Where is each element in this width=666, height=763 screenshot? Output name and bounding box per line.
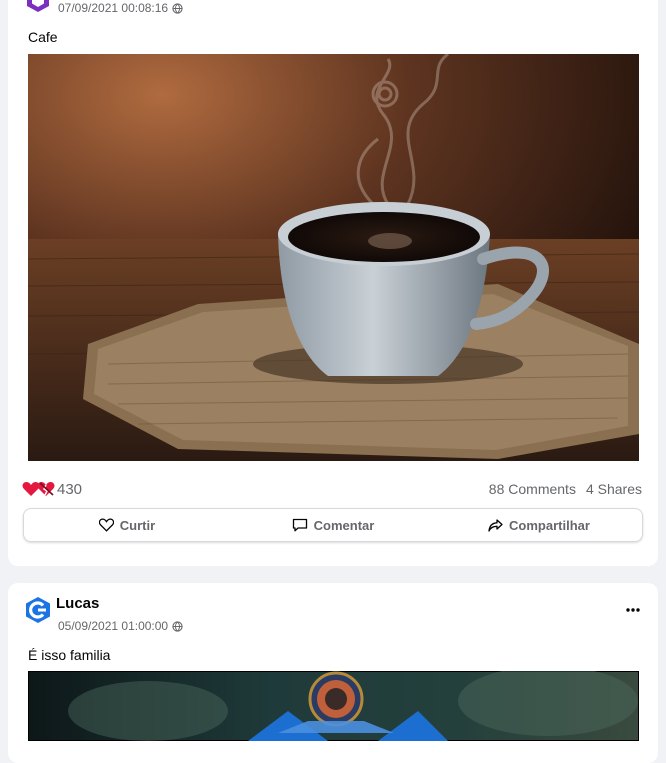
more-dots-icon xyxy=(626,608,640,612)
post-card: Lucas 05/09/2021 01:00:00 É isso familia xyxy=(8,583,658,763)
post-caption: Cafe xyxy=(28,29,58,45)
share-label: Compartilhar xyxy=(509,517,590,533)
post-stats: 88 Comments 4 Shares xyxy=(489,481,642,497)
globe-icon xyxy=(172,2,183,14)
globe-icon xyxy=(172,620,183,632)
broken-heart-icon xyxy=(37,482,55,496)
share-icon xyxy=(488,518,503,532)
like-label: Curtir xyxy=(119,517,156,533)
avatar-logo-icon[interactable] xyxy=(24,596,52,624)
shares-count[interactable]: 4 Shares xyxy=(586,481,642,497)
post-author[interactable]: Lucas xyxy=(56,595,99,612)
reactions-row: 430 88 Comments 4 Shares xyxy=(22,479,642,499)
timestamp-text: 07/09/2021 00:08:16 xyxy=(58,1,169,15)
post-action-bar: Curtir Comentar Compartilhar xyxy=(23,508,643,542)
like-button[interactable]: Curtir xyxy=(24,509,230,541)
comment-label: Comentar xyxy=(313,517,375,533)
post-timestamp[interactable]: 05/09/2021 01:00:00 xyxy=(58,619,183,633)
timestamp-text: 05/09/2021 01:00:00 xyxy=(58,619,169,633)
reaction-count[interactable]: 430 xyxy=(57,481,82,498)
post-timestamp[interactable]: 07/09/2021 00:08:16 xyxy=(58,1,183,15)
reaction-icons[interactable] xyxy=(22,481,55,497)
post-photo-coffee[interactable] xyxy=(28,54,639,461)
post-card: 07/09/2021 00:08:16 Cafe 430 88 Comments… xyxy=(8,0,658,566)
share-button[interactable]: Compartilhar xyxy=(436,509,642,541)
heart-outline-icon xyxy=(98,518,114,532)
comment-icon xyxy=(292,518,307,532)
post-caption: É isso familia xyxy=(28,647,111,663)
post-photo-game[interactable] xyxy=(28,671,639,741)
more-options-button[interactable] xyxy=(622,599,644,621)
avatar[interactable] xyxy=(24,0,52,14)
comments-count[interactable]: 88 Comments xyxy=(489,481,576,497)
comment-button[interactable]: Comentar xyxy=(230,509,436,541)
